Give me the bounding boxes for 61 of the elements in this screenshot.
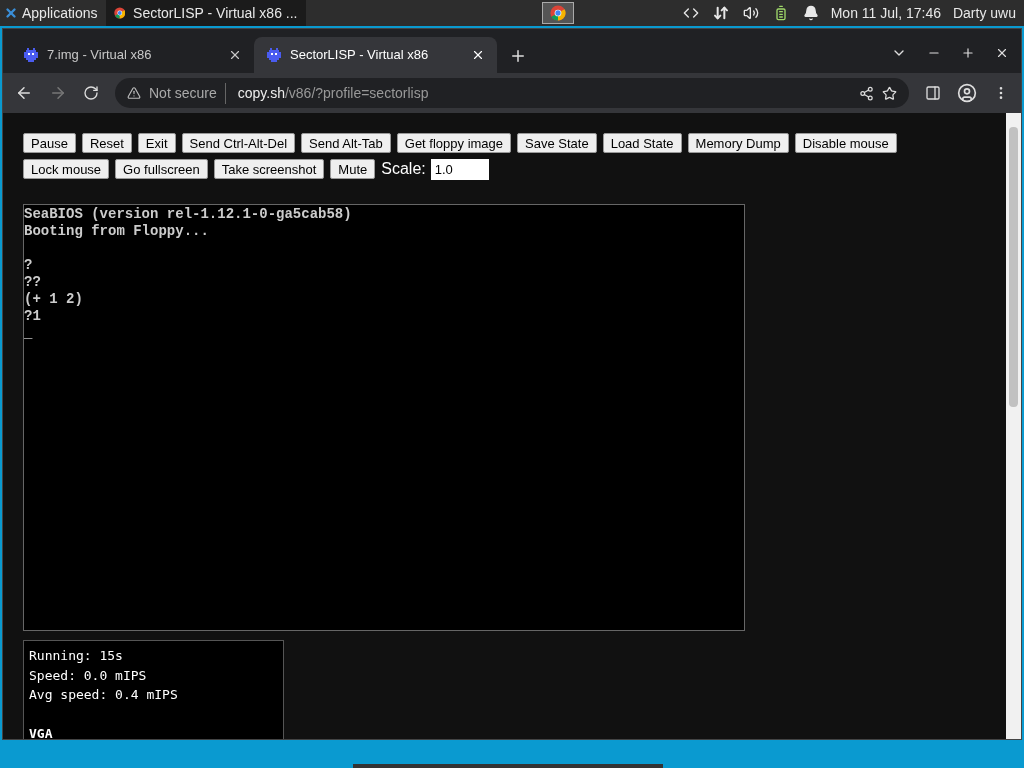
control-button[interactable]: Reset <box>81 133 132 153</box>
control-button[interactable]: Save State <box>517 133 597 153</box>
address-bar[interactable]: Not secure copy.sh/v86/?profile=sectorlisp <box>115 78 909 108</box>
back-icon[interactable] <box>15 84 33 102</box>
control-button[interactable]: Exit <box>137 133 176 153</box>
screen-line: Booting from Floppy... <box>24 223 209 240</box>
bookmark-icon[interactable] <box>882 85 897 101</box>
user-name[interactable]: Darty uwu <box>952 2 1024 24</box>
applications-menu[interactable]: Applications <box>0 0 106 26</box>
invader-icon <box>266 47 282 63</box>
screen-line: ?? <box>24 274 41 291</box>
taskbar-window[interactable]: SectorLISP - Virtual x86 ... <box>105 0 306 26</box>
chrome-icon <box>113 5 126 21</box>
maximize-icon[interactable] <box>961 46 975 60</box>
reload-icon[interactable] <box>83 85 99 101</box>
close-icon[interactable] <box>471 48 485 62</box>
control-button[interactable]: Send Ctrl-Alt-Del <box>181 133 296 153</box>
security-label[interactable]: Not secure <box>149 82 226 104</box>
invader-icon <box>23 47 39 63</box>
stats-line: Avg speed: 0.4 mIPS <box>29 686 178 704</box>
forward-icon[interactable] <box>49 84 67 102</box>
browser-tab[interactable]: 7.img - Virtual x86 <box>11 37 254 73</box>
close-icon[interactable] <box>995 46 1009 60</box>
new-tab-icon[interactable] <box>509 47 527 65</box>
stats-heading: VGA <box>29 724 53 739</box>
scale-label: Scale: <box>381 159 426 179</box>
control-button[interactable]: Disable mouse <box>794 133 897 153</box>
chrome-icon <box>549 5 566 21</box>
side-panel-icon[interactable] <box>925 85 941 101</box>
url-text[interactable]: copy.sh/v86/?profile=sectorlisp <box>233 82 429 104</box>
scrollbar[interactable] <box>1006 113 1021 739</box>
scale-field[interactable]: 1.0 <box>430 158 489 180</box>
stats-line: Running: 15s <box>29 647 123 665</box>
control-button[interactable]: Take screenshot <box>213 159 325 179</box>
screen-line: (+ 1 2) <box>24 291 83 308</box>
control-button[interactable]: Pause <box>23 133 76 153</box>
applications-icon <box>4 6 18 20</box>
transfer-icon[interactable] <box>712 5 729 21</box>
share-icon[interactable] <box>859 85 874 101</box>
profile-icon[interactable] <box>957 83 977 103</box>
warning-icon <box>127 86 141 100</box>
emulator-screen[interactable]: SeaBIOS (version rel-1.12.1-0-ga5cab58) Booting from Floppy... ? ?? (+ 1 2) ?1 _ <box>23 204 745 631</box>
network-icon[interactable] <box>682 5 699 21</box>
browser-tab[interactable]: SectorLISP - Virtual x86 <box>254 37 497 73</box>
control-button[interactable]: Lock mouse <box>23 159 110 179</box>
screen-line: _ <box>24 325 33 342</box>
control-button[interactable]: Send Alt-Tab <box>301 133 391 153</box>
control-button[interactable]: Memory Dump <box>687 133 789 153</box>
taskbar-launcher[interactable] <box>541 2 574 24</box>
notification-icon[interactable] <box>802 5 819 21</box>
control-button[interactable]: Load State <box>602 133 682 153</box>
screen-line: ? <box>24 257 33 274</box>
control-button[interactable]: Mute <box>330 159 376 179</box>
close-icon[interactable] <box>228 48 242 62</box>
stats-line: Speed: 0.0 mIPS <box>29 666 147 685</box>
clock[interactable]: Mon 11 Jul, 17:46 <box>830 2 953 24</box>
control-button[interactable]: Go fullscreen <box>115 159 208 179</box>
screen-line: ?1 <box>24 308 41 325</box>
screen-line: SeaBIOS (version rel-1.12.1-0-ga5cab58) <box>24 206 352 223</box>
control-button[interactable]: Get floppy image <box>396 133 512 153</box>
volume-icon[interactable] <box>742 5 759 21</box>
